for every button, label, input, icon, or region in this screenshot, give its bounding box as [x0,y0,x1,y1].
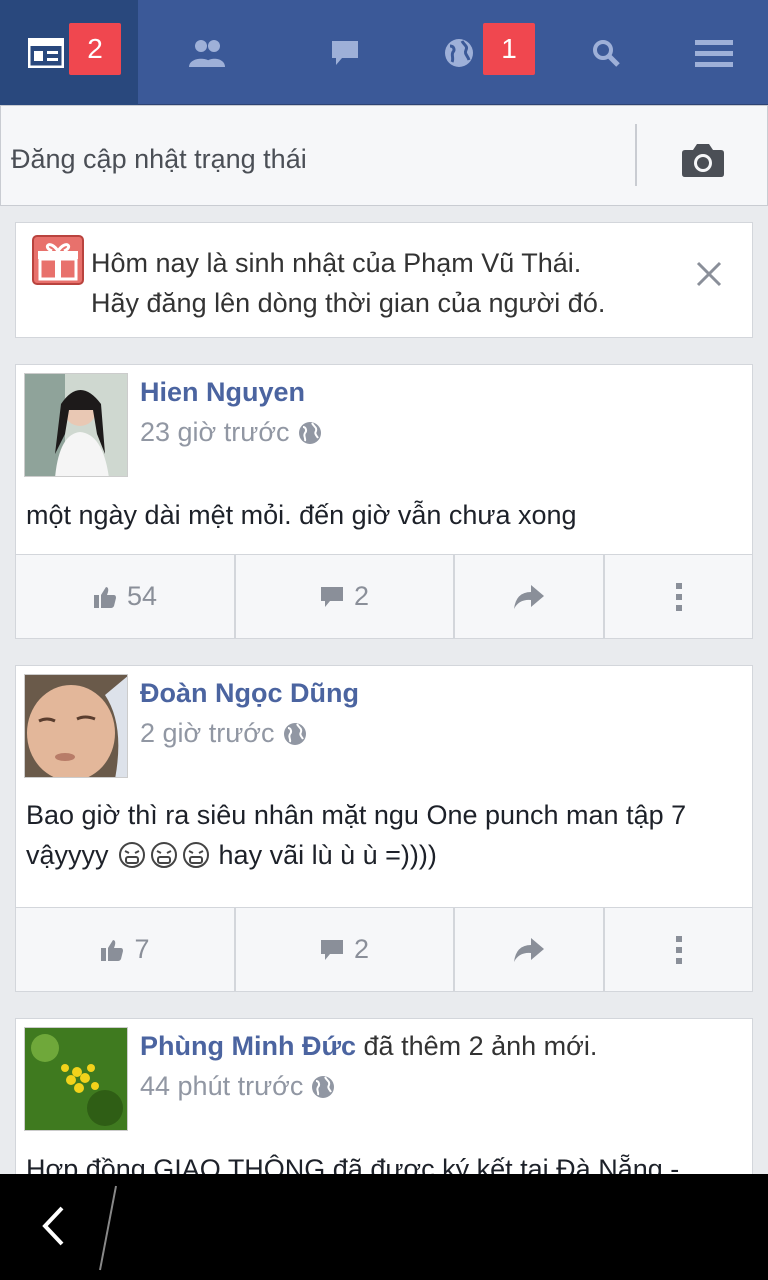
feed-post: Hien Nguyen 23 giờ trước một ngày dài mệ… [15,364,753,639]
share-button[interactable] [455,908,605,991]
thumbs-up-icon [101,939,124,961]
post-time-text: 44 phút trước [140,1071,304,1101]
nav-notifications[interactable]: 1 [414,0,552,105]
nav-friends[interactable] [138,0,276,105]
more-vertical-icon [675,935,682,964]
crying-emoticons [117,841,211,869]
menu-icon [695,39,733,67]
post-timestamp[interactable]: 2 giờ trước [140,718,307,749]
post-text: Bao giờ thì ra siêu nhân mặt ngu One pun… [26,795,736,875]
public-globe-icon [298,421,321,444]
like-button[interactable]: 7 [16,908,236,991]
more-options-button[interactable] [605,555,752,638]
like-count: 54 [126,581,158,611]
top-nav-bar: 2 1 [0,0,768,105]
birthday-line-2[interactable]: Hãy đăng lên dòng thời gian của người đó… [91,283,605,323]
news-feed-icon [28,38,64,68]
close-icon[interactable] [696,261,722,287]
nav-search[interactable] [552,0,660,105]
post-activity-text: đã thêm 2 ảnh mới. [356,1031,598,1061]
share-arrow-icon [514,937,544,962]
camera-icon[interactable] [681,142,725,178]
avatar[interactable] [24,1027,128,1131]
nav-news-feed[interactable]: 2 [0,0,138,105]
post-text: một ngày dài mệt mỏi. đến giờ vẫn chưa x… [26,500,577,530]
post-author-link[interactable]: Phùng Minh Đức [140,1031,356,1061]
more-vertical-icon [675,582,682,611]
crying-laugh-icon [150,842,177,868]
post-author-link[interactable]: Đoàn Ngọc Dũng [140,678,359,709]
post-timestamp[interactable]: 44 phút trước [140,1071,335,1102]
news-feed-badge: 2 [69,23,121,75]
public-globe-icon [283,722,306,745]
system-navigation-bar [0,1174,768,1280]
post-time-text: 23 giờ trước [140,417,290,447]
messages-icon [332,40,358,65]
post-author-line: Phùng Minh Đức đã thêm 2 ảnh mới. [140,1031,597,1062]
post-action-bar: 7 2 [16,907,752,991]
more-options-button[interactable] [605,908,752,991]
post-text-part-b: hay vãi lù ù ù =)))) [218,840,437,870]
back-arrow-icon[interactable] [40,1204,66,1248]
avatar[interactable] [24,674,128,778]
share-arrow-icon [514,584,544,609]
birthday-line-1: Hôm nay là sinh nhật của Phạm Vũ Thái. [91,248,582,278]
comment-button[interactable]: 2 [236,555,455,638]
divider-slash-icon [99,1185,117,1271]
thumbs-up-icon [93,586,116,608]
public-globe-icon [312,1075,335,1098]
like-button[interactable]: 54 [16,555,236,638]
share-button[interactable] [455,555,605,638]
post-text-line-2: vậyyyy hay vãi lù ù ù =)))) [26,835,736,875]
crying-laugh-icon [118,842,145,868]
post-time-text: 2 giờ trước [140,718,275,748]
comment-count: 2 [353,934,370,964]
friends-icon [189,39,225,67]
status-divider [635,124,637,186]
post-author-link[interactable]: Hien Nguyen [140,377,305,408]
status-composer[interactable]: Đăng cập nhật trạng thái [0,105,768,206]
avatar[interactable] [24,373,128,477]
comment-icon [320,939,343,960]
post-text-part-a: vậyyyy [26,840,109,870]
notifications-globe-icon [445,39,473,67]
status-placeholder[interactable]: Đăng cập nhật trạng thái [11,144,307,175]
birthday-reminder-card[interactable]: Hôm nay là sinh nhật của Phạm Vũ Thái. H… [15,222,753,338]
comment-icon [320,586,343,607]
search-icon [593,39,620,67]
nav-menu[interactable] [660,0,768,105]
like-count: 7 [134,934,150,964]
comment-count: 2 [353,581,370,611]
post-text-line-1: Bao giờ thì ra siêu nhân mặt ngu One pun… [26,800,687,830]
post-timestamp[interactable]: 23 giờ trước [140,417,322,448]
nav-messages[interactable] [276,0,414,105]
crying-laugh-icon [182,842,209,868]
gift-icon [32,235,84,285]
notifications-badge: 1 [483,23,535,75]
post-action-bar: 54 2 [16,554,752,638]
feed-post: Đoàn Ngọc Dũng 2 giờ trước Bao giờ thì r… [15,665,753,992]
comment-button[interactable]: 2 [236,908,455,991]
birthday-message: Hôm nay là sinh nhật của Phạm Vũ Thái. H… [91,243,605,323]
